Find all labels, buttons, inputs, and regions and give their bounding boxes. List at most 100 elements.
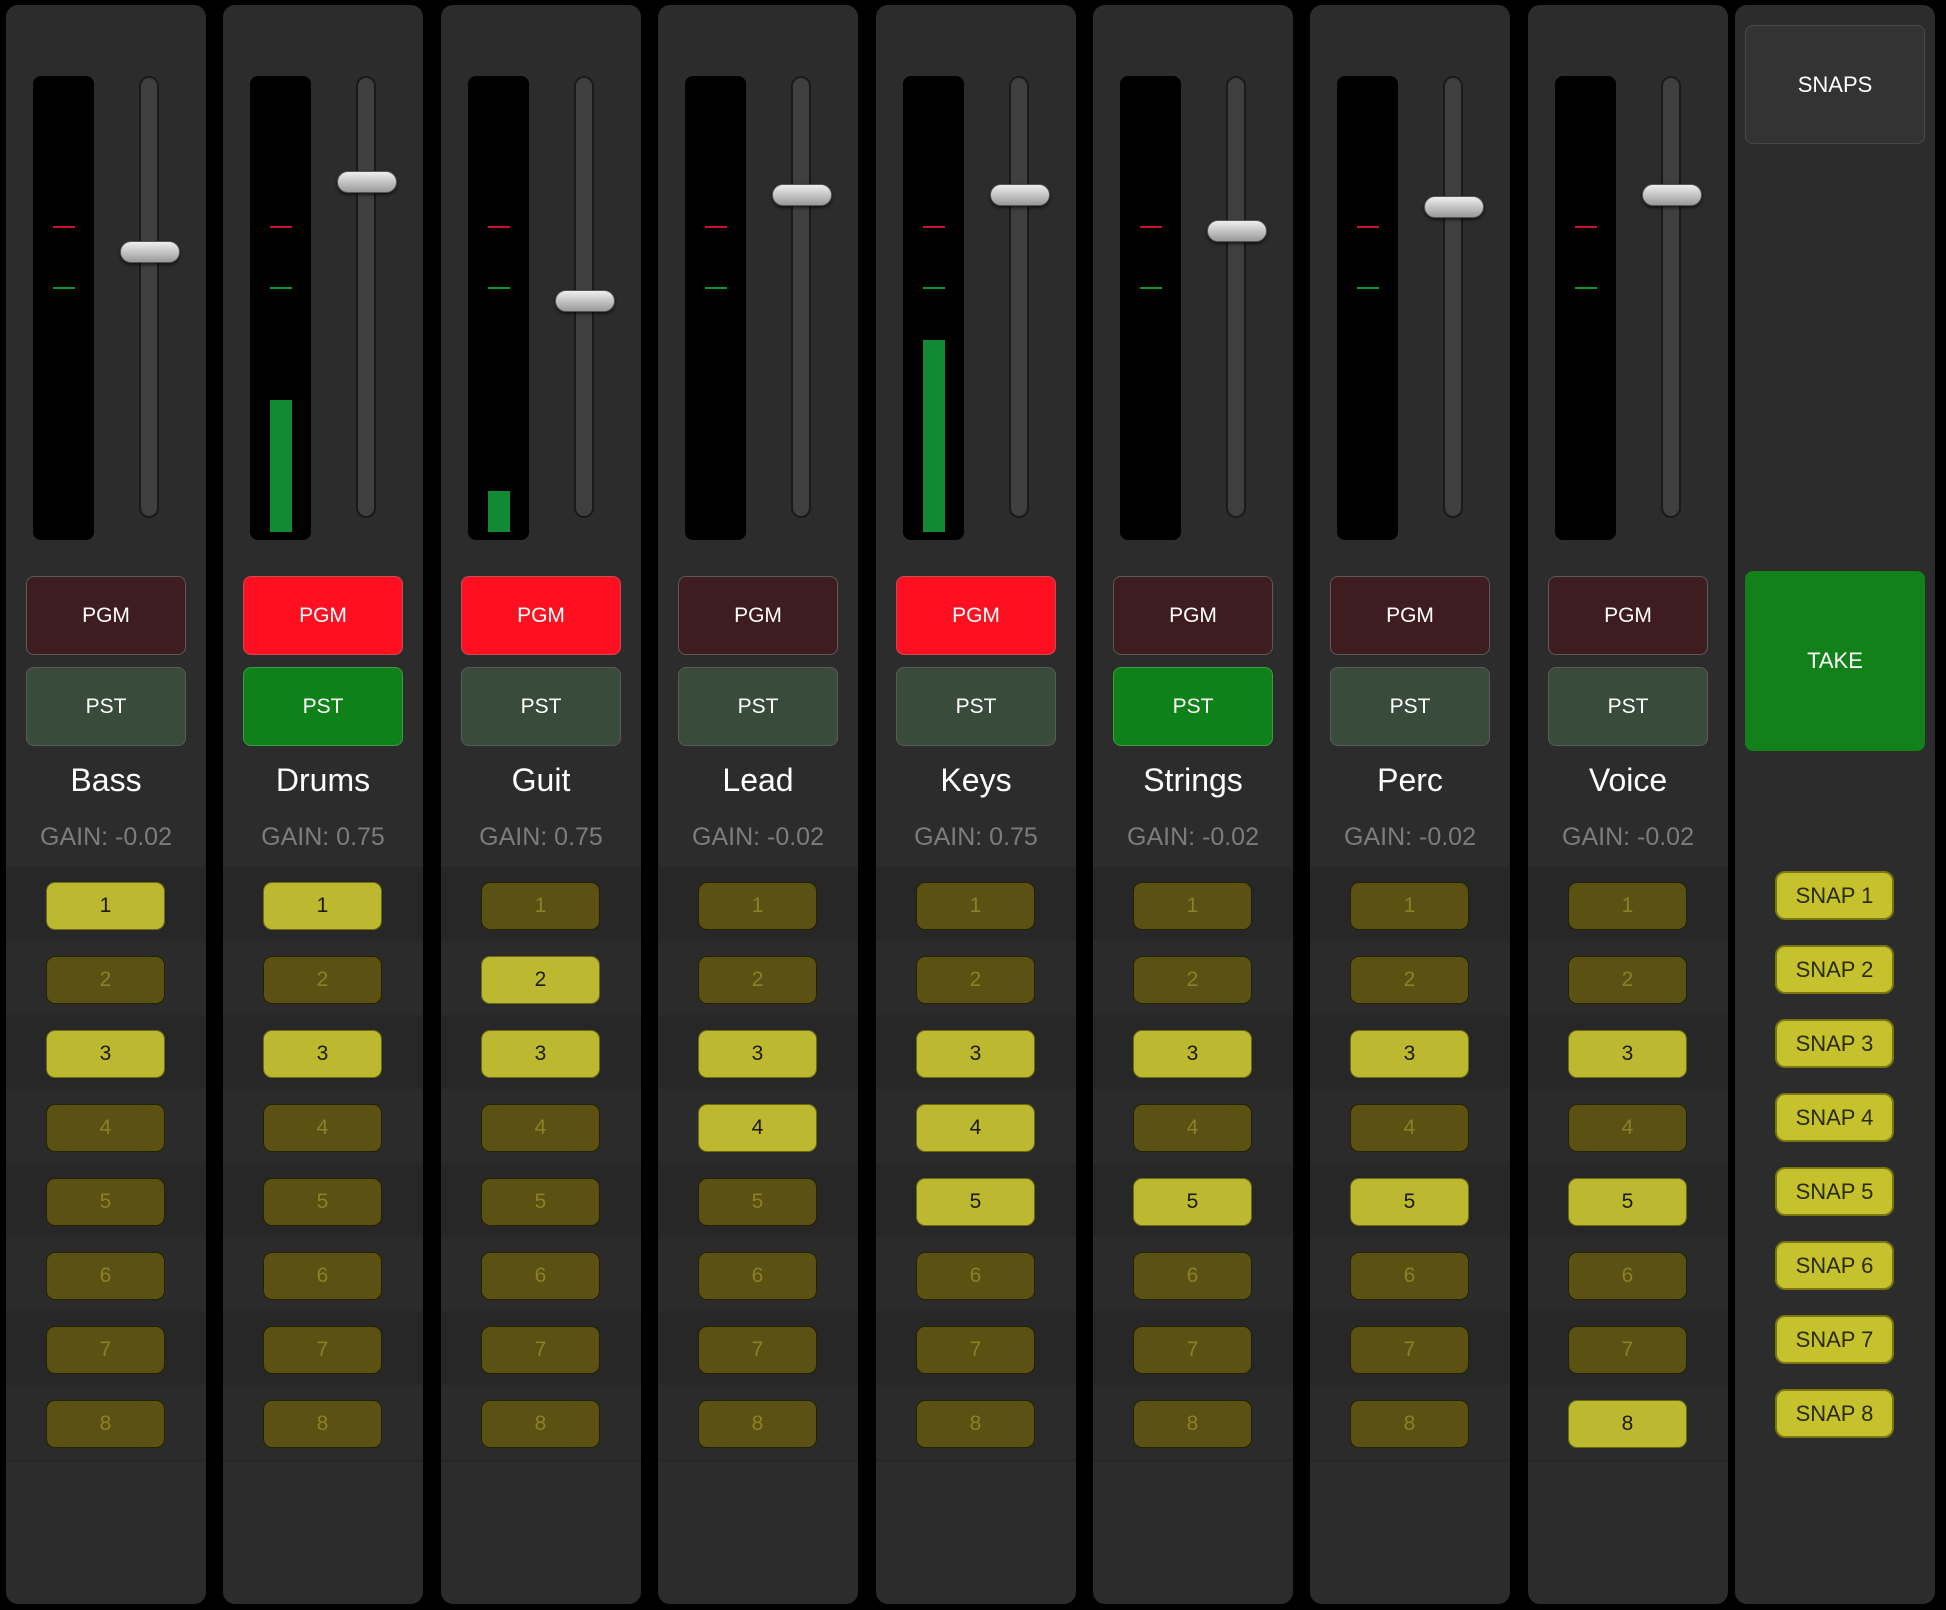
group-button-2[interactable]: 2: [481, 956, 600, 1004]
pst-button[interactable]: PST: [896, 667, 1056, 746]
group-button-8[interactable]: 8: [46, 1400, 165, 1448]
pst-button[interactable]: PST: [1548, 667, 1708, 746]
snap-button-3[interactable]: SNAP 3: [1775, 1019, 1894, 1068]
group-button-6[interactable]: 6: [1133, 1252, 1252, 1300]
group-button-3[interactable]: 3: [1568, 1030, 1687, 1078]
group-button-7[interactable]: 7: [1568, 1326, 1687, 1374]
group-button-7[interactable]: 7: [46, 1326, 165, 1374]
fader-knob[interactable]: [990, 184, 1050, 206]
snap-button-2[interactable]: SNAP 2: [1775, 945, 1894, 994]
group-button-3[interactable]: 3: [698, 1030, 817, 1078]
group-button-2[interactable]: 2: [46, 956, 165, 1004]
snap-button-4[interactable]: SNAP 4: [1775, 1093, 1894, 1142]
fader-track[interactable]: [1443, 76, 1463, 518]
group-button-3[interactable]: 3: [46, 1030, 165, 1078]
group-button-4[interactable]: 4: [481, 1104, 600, 1152]
group-button-3[interactable]: 3: [481, 1030, 600, 1078]
group-button-5[interactable]: 5: [1350, 1178, 1469, 1226]
group-button-4[interactable]: 4: [1568, 1104, 1687, 1152]
pgm-button[interactable]: PGM: [896, 576, 1056, 655]
group-button-5[interactable]: 5: [263, 1178, 382, 1226]
pst-button[interactable]: PST: [243, 667, 403, 746]
fader-knob[interactable]: [555, 290, 615, 312]
group-button-1[interactable]: 1: [698, 882, 817, 930]
pgm-button[interactable]: PGM: [243, 576, 403, 655]
group-button-3[interactable]: 3: [1133, 1030, 1252, 1078]
fader-knob[interactable]: [337, 171, 397, 193]
group-button-5[interactable]: 5: [698, 1178, 817, 1226]
group-button-1[interactable]: 1: [1133, 882, 1252, 930]
pst-button[interactable]: PST: [1113, 667, 1273, 746]
group-button-6[interactable]: 6: [916, 1252, 1035, 1300]
snap-button-8[interactable]: SNAP 8: [1775, 1389, 1894, 1438]
fader-knob[interactable]: [1207, 220, 1267, 242]
fader-track[interactable]: [1009, 76, 1029, 518]
group-button-2[interactable]: 2: [1133, 956, 1252, 1004]
fader-track[interactable]: [356, 76, 376, 518]
pgm-button[interactable]: PGM: [1330, 576, 1490, 655]
group-button-6[interactable]: 6: [46, 1252, 165, 1300]
group-button-1[interactable]: 1: [1568, 882, 1687, 930]
fader-knob[interactable]: [772, 184, 832, 206]
fader-knob[interactable]: [1424, 196, 1484, 218]
group-button-8[interactable]: 8: [916, 1400, 1035, 1448]
fader-knob[interactable]: [120, 241, 180, 263]
fader-track[interactable]: [1226, 76, 1246, 518]
group-button-1[interactable]: 1: [263, 882, 382, 930]
pgm-button[interactable]: PGM: [1113, 576, 1273, 655]
snap-button-5[interactable]: SNAP 5: [1775, 1167, 1894, 1216]
fader-knob[interactable]: [1642, 184, 1702, 206]
fader-track[interactable]: [791, 76, 811, 518]
group-button-8[interactable]: 8: [481, 1400, 600, 1448]
fader-track[interactable]: [1661, 76, 1681, 518]
group-button-4[interactable]: 4: [46, 1104, 165, 1152]
group-button-4[interactable]: 4: [698, 1104, 817, 1152]
group-button-6[interactable]: 6: [1350, 1252, 1469, 1300]
group-button-7[interactable]: 7: [263, 1326, 382, 1374]
group-button-3[interactable]: 3: [263, 1030, 382, 1078]
group-button-5[interactable]: 5: [916, 1178, 1035, 1226]
group-button-6[interactable]: 6: [263, 1252, 382, 1300]
pgm-button[interactable]: PGM: [26, 576, 186, 655]
pst-button[interactable]: PST: [678, 667, 838, 746]
group-button-1[interactable]: 1: [46, 882, 165, 930]
snap-button-1[interactable]: SNAP 1: [1775, 871, 1894, 920]
pst-button[interactable]: PST: [461, 667, 621, 746]
group-button-2[interactable]: 2: [916, 956, 1035, 1004]
group-button-3[interactable]: 3: [916, 1030, 1035, 1078]
group-button-6[interactable]: 6: [1568, 1252, 1687, 1300]
fader-track[interactable]: [139, 76, 159, 518]
group-button-8[interactable]: 8: [263, 1400, 382, 1448]
group-button-6[interactable]: 6: [698, 1252, 817, 1300]
group-button-7[interactable]: 7: [1350, 1326, 1469, 1374]
pgm-button[interactable]: PGM: [678, 576, 838, 655]
group-button-5[interactable]: 5: [46, 1178, 165, 1226]
group-button-7[interactable]: 7: [916, 1326, 1035, 1374]
pst-button[interactable]: PST: [1330, 667, 1490, 746]
group-button-5[interactable]: 5: [1568, 1178, 1687, 1226]
pgm-button[interactable]: PGM: [461, 576, 621, 655]
group-button-1[interactable]: 1: [481, 882, 600, 930]
group-button-7[interactable]: 7: [1133, 1326, 1252, 1374]
group-button-5[interactable]: 5: [481, 1178, 600, 1226]
group-button-4[interactable]: 4: [1350, 1104, 1469, 1152]
group-button-2[interactable]: 2: [1350, 956, 1469, 1004]
group-button-8[interactable]: 8: [1133, 1400, 1252, 1448]
group-button-2[interactable]: 2: [1568, 956, 1687, 1004]
pgm-button[interactable]: PGM: [1548, 576, 1708, 655]
group-button-1[interactable]: 1: [1350, 882, 1469, 930]
group-button-4[interactable]: 4: [916, 1104, 1035, 1152]
snaps-button[interactable]: SNAPS: [1745, 25, 1925, 144]
group-button-6[interactable]: 6: [481, 1252, 600, 1300]
group-button-8[interactable]: 8: [1350, 1400, 1469, 1448]
group-button-2[interactable]: 2: [698, 956, 817, 1004]
group-button-2[interactable]: 2: [263, 956, 382, 1004]
snap-button-6[interactable]: SNAP 6: [1775, 1241, 1894, 1290]
group-button-7[interactable]: 7: [698, 1326, 817, 1374]
pst-button[interactable]: PST: [26, 667, 186, 746]
group-button-4[interactable]: 4: [1133, 1104, 1252, 1152]
snap-button-7[interactable]: SNAP 7: [1775, 1315, 1894, 1364]
group-button-8[interactable]: 8: [698, 1400, 817, 1448]
group-button-5[interactable]: 5: [1133, 1178, 1252, 1226]
group-button-8[interactable]: 8: [1568, 1400, 1687, 1448]
